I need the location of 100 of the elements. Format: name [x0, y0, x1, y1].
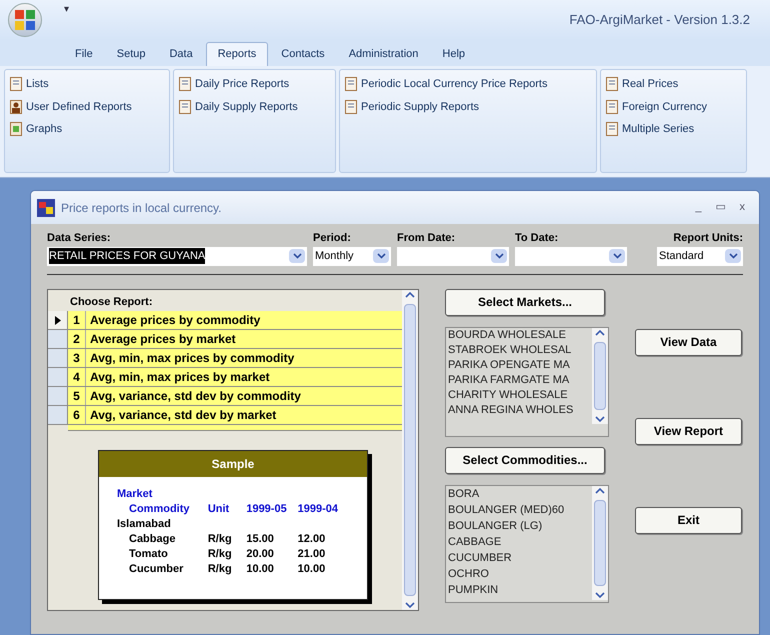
dropdown-arrow-icon[interactable] [609, 249, 625, 263]
report-name: Avg, variance, std dev by market [86, 406, 402, 424]
person-icon [10, 100, 22, 114]
sample-cell-text: R/kg [208, 532, 233, 546]
sample-cell-text: 10.00 [246, 562, 275, 576]
market-item[interactable]: PARIKA FARMGATE MA [448, 372, 592, 388]
sample-cell-text: 10.00 [298, 562, 326, 576]
dropdown-field[interactable] [397, 246, 509, 266]
dropdown-field[interactable] [515, 246, 627, 266]
ribbon-button[interactable]: Periodic Supply Reports [345, 98, 591, 115]
report-name: Avg, min, max prices by market [86, 368, 402, 386]
row-number: 4 [68, 368, 86, 386]
scroll-up-icon[interactable] [594, 486, 606, 496]
report-name: Avg, min, max prices by commodity [86, 349, 402, 367]
row-pointer-icon [54, 316, 60, 324]
row-number: 1 [68, 311, 86, 329]
row-number: 6 [68, 406, 86, 424]
ribbon-tab[interactable]: File [64, 42, 104, 66]
market-item[interactable]: PARIKA OPENGATE MA [448, 358, 592, 372]
sample-cell-text: 20.00 [246, 546, 275, 562]
ribbon-button[interactable]: Real Prices [606, 76, 741, 92]
sample-column-heading: Commodity [129, 502, 190, 516]
document-icon [179, 100, 191, 114]
ribbon-tab[interactable]: Administration [338, 42, 430, 66]
app-logo[interactable] [8, 3, 42, 37]
scroll-up-icon[interactable] [404, 290, 416, 300]
window-title: Price reports in local currency. [61, 200, 222, 216]
window-icon [37, 198, 55, 216]
list-heading: Choose Report: [69, 294, 154, 310]
select-markets-button[interactable]: Select Markets... [445, 288, 605, 316]
market-item[interactable]: CHARITY WHOLESALE [448, 388, 592, 402]
document-icon [606, 122, 618, 136]
window-control[interactable]: _ [695, 199, 702, 216]
scroll-down-icon[interactable] [404, 600, 416, 610]
scrollbar[interactable] [592, 486, 608, 600]
row-number: 5 [68, 387, 86, 405]
document-icon [606, 77, 618, 92]
dropdown-arrow-icon[interactable] [491, 249, 507, 263]
action-button[interactable]: Exit [635, 506, 742, 534]
field-label: Data Series: [47, 231, 112, 246]
row-selector[interactable] [48, 311, 68, 329]
row-number: 3 [68, 349, 86, 367]
ribbon-tab[interactable]: Help [431, 42, 476, 66]
market-item[interactable]: ANNA REGINA WHOLES [448, 402, 592, 418]
sample-cell-text: Cucumber [129, 562, 184, 576]
ribbon-tab[interactable]: Reports [206, 42, 268, 66]
select-commodities-button[interactable]: Select Commodities... [445, 446, 605, 474]
commodity-item[interactable]: CUCUMBER [448, 550, 592, 566]
scrollbar[interactable] [592, 328, 608, 424]
sample-cell-text: Tomato [129, 546, 169, 562]
ribbon-button[interactable]: Graphs [10, 121, 164, 138]
dropdown-arrow-icon[interactable] [725, 249, 741, 263]
sample-column-heading: Unit [208, 502, 230, 516]
dropdown-arrow-icon[interactable] [289, 249, 305, 263]
scroll-down-icon[interactable] [594, 414, 606, 424]
window-control[interactable]: ▭ [716, 199, 726, 216]
dropdown-field[interactable]: Monthly [313, 246, 391, 266]
commodity-item[interactable]: BOULANGER (LG) [448, 518, 592, 534]
commodity-item[interactable]: BOULANGER (MED)60 [448, 502, 592, 518]
action-button[interactable]: View Data [635, 328, 742, 356]
market-item[interactable]: STABROEK WHOLESAL [448, 342, 592, 358]
ribbon-button[interactable]: Foreign Currency [606, 98, 741, 115]
ribbon-button[interactable]: Daily Supply Reports [179, 98, 330, 115]
sample-group: Islamabad [117, 516, 349, 532]
dropdown-arrow-icon[interactable] [373, 249, 389, 263]
ribbon-button[interactable]: Multiple Series [606, 121, 741, 138]
chart-document-icon [10, 122, 22, 136]
scrollbar[interactable] [402, 290, 418, 610]
ribbon-tab[interactable]: Setup [106, 42, 156, 66]
ribbon-tab[interactable]: Data [158, 42, 204, 66]
dropdown-field[interactable]: RETAIL PRICES FOR GUYANA [47, 246, 307, 266]
window-control[interactable]: x [740, 199, 745, 216]
ribbon-button[interactable]: Daily Price Reports [179, 76, 330, 92]
market-item[interactable]: BOURDA WHOLESALE [448, 328, 592, 342]
commodity-item[interactable]: PUMPKIN [448, 582, 592, 598]
sample-title: Sample [99, 450, 367, 476]
document-icon [179, 77, 191, 92]
sample-cell-text: Cabbage [129, 532, 176, 546]
ribbon-tab[interactable]: Contacts [270, 42, 336, 66]
action-button[interactable]: View Report [635, 418, 742, 444]
commodities-list[interactable]: BORA BOULANGER (MED)60 BOULANGER (LG) CABBAGE CUCUMBER OCHRO PUMPKIN [445, 484, 609, 602]
dropdown-field[interactable]: Standard [657, 246, 743, 266]
field-label: To Date: [515, 231, 560, 246]
ribbon-button[interactable]: Lists [10, 76, 164, 92]
commodity-item[interactable]: CABBAGE [448, 534, 592, 550]
commodity-item[interactable]: BORA [448, 486, 592, 502]
field-label: Report Units: [673, 231, 743, 246]
ribbon-button[interactable]: User Defined Reports [10, 98, 164, 115]
ribbon-button[interactable]: Periodic Local Currency Price Reports [345, 76, 591, 92]
document-icon [10, 77, 22, 92]
quick-access-menu[interactable]: ▾ [64, 2, 69, 17]
scroll-down-icon[interactable] [594, 590, 606, 600]
scroll-up-icon[interactable] [594, 328, 606, 338]
sample-cell-text: R/kg [208, 546, 233, 562]
commodity-item[interactable]: OCHRO [448, 566, 592, 582]
sample-cell-text: R/kg [208, 562, 233, 576]
sample-group-heading: Market [117, 486, 154, 502]
markets-list[interactable]: BOURDA WHOLESALE STABROEK WHOLESAL PARIKA OPENGATE MA PARIKA FARMGATE MA CHARITY WHOLESALE ANNA REGINA WHOLES [445, 326, 609, 436]
sample-cell-text: 12.00 [298, 532, 326, 546]
document-icon [345, 77, 357, 92]
